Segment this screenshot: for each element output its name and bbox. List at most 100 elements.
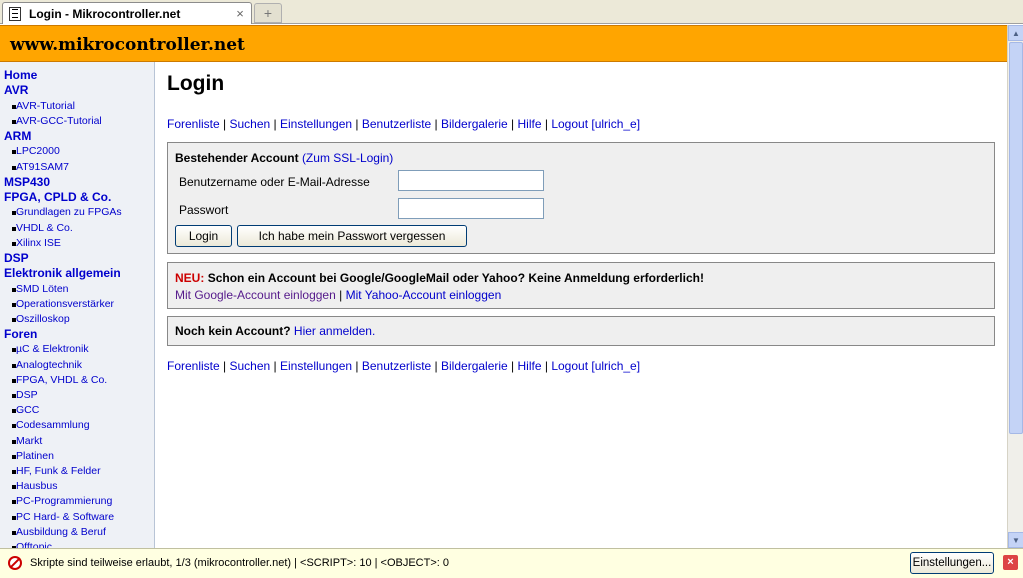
sidebar-item[interactable]: SMD Löten	[4, 282, 154, 297]
nav-link[interactable]: Bildergalerie	[441, 117, 508, 131]
openid-links-row: Mit Google-Account einloggen | Mit Yahoo…	[175, 288, 501, 302]
site-header: www.mikrocontroller.net	[0, 25, 1007, 62]
nav-separator: |	[270, 117, 280, 131]
nav-link[interactable]: Bildergalerie	[441, 359, 508, 373]
sidebar-item[interactable]: PC Hard- & Software	[4, 510, 154, 525]
sidebar-item[interactable]: FPGA, CPLD & Co.	[4, 190, 154, 205]
yahoo-login-link[interactable]: Mit Yahoo-Account einloggen	[346, 288, 502, 302]
nav-separator: |	[431, 359, 442, 373]
scroll-down-icon[interactable]: ▼	[1008, 532, 1023, 548]
sidebar-item[interactable]: ARM	[4, 129, 154, 144]
nav-link[interactable]: Logout [ulrich_e]	[551, 359, 640, 373]
tab-close-icon[interactable]: ×	[233, 6, 247, 21]
username-label: Benutzername oder E-Mail-Adresse	[179, 175, 370, 189]
sidebar-item[interactable]: Oszilloskop	[4, 312, 154, 327]
nav-link[interactable]: Suchen	[229, 359, 270, 373]
noscript-statusbar: Skripte sind teilweise erlaubt, 1/3 (mik…	[0, 548, 1023, 578]
sidebar-item[interactable]: GCC	[4, 403, 154, 418]
nav-link[interactable]: Forenliste	[167, 359, 220, 373]
nav-link[interactable]: Benutzerliste	[362, 117, 431, 131]
register-row: Noch kein Account? Hier anmelden.	[175, 324, 375, 338]
sidebar-item[interactable]: LPC2000	[4, 144, 154, 159]
site-title[interactable]: www.mikrocontroller.net	[10, 35, 245, 55]
sidebar-item[interactable]: Hausbus	[4, 479, 154, 494]
noscript-icon[interactable]	[8, 556, 22, 570]
sidebar-item[interactable]: AVR-GCC-Tutorial	[4, 114, 154, 129]
nav-separator: |	[219, 117, 230, 131]
site-favicon-icon	[9, 6, 21, 21]
register-box: Noch kein Account? Hier anmelden.	[167, 316, 995, 346]
nav-link[interactable]: Logout [ulrich_e]	[551, 117, 640, 131]
login-heading-row: Bestehender Account (Zum SSL-Login)	[175, 151, 393, 165]
sidebar-item[interactable]: DSP	[4, 251, 154, 266]
nav-separator: |	[507, 359, 518, 373]
browser-tab[interactable]: Login - Mikrocontroller.net ×	[2, 2, 252, 24]
nav-link[interactable]: Einstellungen	[280, 359, 352, 373]
openid-text: Schon ein Account bei Google/GoogleMail …	[207, 271, 704, 285]
new-badge: NEU:	[175, 271, 205, 285]
nav-link[interactable]: Hilfe	[518, 359, 542, 373]
scroll-thumb[interactable]	[1009, 42, 1023, 434]
login-heading: Bestehender Account	[175, 151, 299, 165]
openid-separator: |	[339, 288, 343, 302]
nav-link[interactable]: Einstellungen	[280, 117, 352, 131]
sidebar-item[interactable]: Home	[4, 68, 154, 83]
nav-separator: |	[541, 117, 552, 131]
noscript-settings-button[interactable]: Einstellungen...	[910, 552, 994, 574]
sidebar-item[interactable]: MSP430	[4, 175, 154, 190]
nav-separator: |	[352, 117, 362, 131]
nav-link[interactable]: Benutzerliste	[362, 359, 431, 373]
sidebar-item[interactable]: AT91SAM7	[4, 160, 154, 175]
nav-link[interactable]: Hilfe	[518, 117, 542, 131]
sidebar-item[interactable]: Operationsverstärker	[4, 297, 154, 312]
login-box: Bestehender Account (Zum SSL-Login) Benu…	[167, 142, 995, 254]
forum-nav-bottom: Forenliste | Suchen | Einstellungen | Be…	[167, 359, 640, 373]
nav-link[interactable]: Forenliste	[167, 117, 220, 131]
sidebar-item[interactable]: AVR	[4, 83, 154, 98]
statusbar-close-icon[interactable]: ×	[1003, 555, 1018, 570]
nav-link[interactable]: Suchen	[229, 117, 270, 131]
vertical-scrollbar[interactable]: ▲ ▼	[1007, 25, 1023, 548]
sidebar-item[interactable]: Xilinx ISE	[4, 236, 154, 251]
sidebar-item[interactable]: Foren	[4, 327, 154, 342]
sidebar-nav: Home AVR AVR-Tutorial AVR-GCC-Tutorial ARM LP…	[0, 62, 155, 548]
sidebar-item[interactable]: Elektronik allgemein	[4, 266, 154, 281]
sidebar-item[interactable]: Markt	[4, 434, 154, 449]
sidebar-item[interactable]: DSP	[4, 388, 154, 403]
nav-separator: |	[352, 359, 362, 373]
sidebar-item[interactable]: µC & Elektronik	[4, 342, 154, 357]
sidebar-item[interactable]: AVR-Tutorial	[4, 99, 154, 114]
browser-tab-bar: Login - Mikrocontroller.net × +	[0, 0, 1023, 24]
nav-separator: |	[507, 117, 518, 131]
register-link[interactable]: Hier anmelden.	[294, 324, 375, 338]
forum-nav-top: Forenliste | Suchen | Einstellungen | Be…	[167, 117, 640, 131]
username-input[interactable]	[398, 170, 544, 191]
sidebar-item[interactable]: FPGA, VHDL & Co.	[4, 373, 154, 388]
scroll-up-icon[interactable]: ▲	[1008, 25, 1023, 41]
sidebar-item[interactable]: Platinen	[4, 449, 154, 464]
sidebar-item[interactable]: PC-Programmierung	[4, 494, 154, 509]
nav-separator: |	[270, 359, 280, 373]
ssl-login-link[interactable]: (Zum SSL-Login)	[302, 151, 393, 165]
new-tab-button[interactable]: +	[254, 3, 282, 23]
sidebar-item[interactable]: Analogtechnik	[4, 358, 154, 373]
sidebar-item[interactable]: HF, Funk & Felder	[4, 464, 154, 479]
sidebar-item[interactable]: Codesammlung	[4, 418, 154, 433]
sidebar-item[interactable]: Offtopic	[4, 540, 154, 548]
google-login-link[interactable]: Mit Google-Account einloggen	[175, 288, 336, 302]
sidebar-item[interactable]: Grundlagen zu FPGAs	[4, 205, 154, 220]
nav-separator: |	[431, 117, 442, 131]
password-label: Passwort	[179, 203, 229, 217]
main-content: Login Forenliste | Suchen | Einstellunge…	[156, 62, 1007, 548]
nav-separator: |	[541, 359, 552, 373]
password-input[interactable]	[398, 198, 544, 219]
login-button[interactable]: Login	[175, 225, 232, 247]
forgot-password-button[interactable]: Ich habe mein Passwort vergessen	[237, 225, 467, 247]
noscript-status-text: Skripte sind teilweise erlaubt, 1/3 (mik…	[30, 557, 449, 569]
register-text: Noch kein Account?	[175, 324, 291, 338]
sidebar-item[interactable]: VHDL & Co.	[4, 221, 154, 236]
sidebar-item[interactable]: Ausbildung & Beruf	[4, 525, 154, 540]
page-title: Login	[167, 72, 225, 95]
sidebar-list: Home AVR AVR-Tutorial AVR-GCC-Tutorial ARM LP…	[0, 62, 154, 548]
nav-separator: |	[219, 359, 230, 373]
